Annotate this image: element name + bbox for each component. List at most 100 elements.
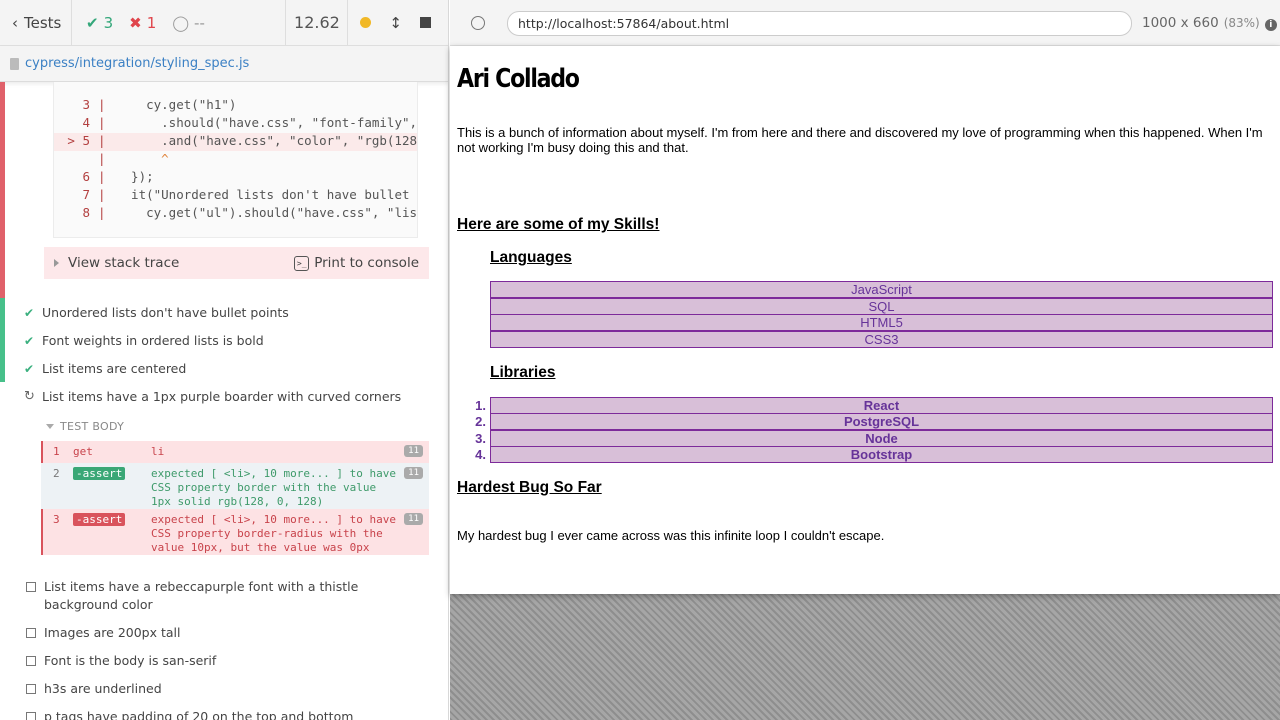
spec-path-link[interactable]: cypress/integration/styling_spec.js xyxy=(25,56,249,71)
stats: ✔ 3 ✖ 1 ◯ -- xyxy=(72,0,285,45)
code-text: }); xyxy=(116,169,154,184)
command-message: li xyxy=(151,445,165,458)
stop-icon[interactable] xyxy=(420,17,431,28)
info-icon: i xyxy=(1264,19,1277,31)
line-number: 7 xyxy=(82,187,90,202)
pending-count: -- xyxy=(194,13,205,32)
print-to-console-button[interactable]: >_ Print to console xyxy=(294,255,419,271)
library-item: React xyxy=(490,397,1273,414)
language-item: JavaScript xyxy=(490,281,1273,298)
checkbox-icon xyxy=(26,712,36,720)
element-count-badge: 11 xyxy=(404,467,423,479)
command-name: -assert xyxy=(73,513,148,526)
gutter: | xyxy=(98,169,106,184)
test-item-passed[interactable]: ✔ Unordered lists don't have bullet poin… xyxy=(24,300,289,326)
command-row[interactable]: 3 -assert expected [ <li>, 10 more... ] … xyxy=(41,509,429,555)
code-line: 7 | it("Unordered lists don't have bullet xyxy=(54,187,410,205)
code-line: 6 | }); xyxy=(54,169,154,187)
checkbox-icon xyxy=(26,582,36,592)
code-text: .should("have.css", "font-family", xyxy=(116,115,418,130)
view-stack-trace-toggle[interactable]: View stack trace xyxy=(68,255,179,271)
gutter: | xyxy=(98,151,106,166)
gutter: | xyxy=(97,133,106,148)
languages-heading: Languages xyxy=(490,249,572,266)
code-line: 8 | cy.get("ul").should("have.css", "lis xyxy=(54,205,417,223)
test-item-pending[interactable]: p tags have padding of 20 on the top and… xyxy=(24,704,353,720)
gutter: | xyxy=(98,97,106,112)
passed-tests-stripe xyxy=(0,298,5,382)
passed-stat: ✔ 3 xyxy=(86,14,113,32)
test-title: List items have a 1px purple boarder wit… xyxy=(42,389,402,404)
selector-playground-icon[interactable] xyxy=(471,16,485,30)
element-count-badge: 11 xyxy=(404,445,423,457)
x-icon: ✖ xyxy=(129,13,142,32)
code-line-highlighted: > 5 | .and("have.css", "color", "rgb(128 xyxy=(54,133,417,151)
failed-count: 1 xyxy=(146,13,157,32)
command-message: expected [ <li>, 10 more... ] to have CS… xyxy=(151,513,397,554)
terminal-icon: >_ xyxy=(294,255,310,271)
viewport-info[interactable]: 1000 x 660 (83%) i xyxy=(1142,15,1277,31)
code-line: 3 | cy.get("h1") xyxy=(54,97,236,115)
app-under-test-panel: http://localhost:57864/about.html 1000 x… xyxy=(450,0,1280,720)
command-number: 3 xyxy=(53,513,60,526)
print-label: Print to console xyxy=(314,255,419,271)
command-number: 1 xyxy=(53,445,60,458)
libraries-heading: Libraries xyxy=(490,364,556,381)
line-number: 6 xyxy=(82,169,90,184)
line-number: 8 xyxy=(82,205,90,220)
tests-button[interactable]: ‹ Tests xyxy=(0,0,72,45)
tests-label: Tests xyxy=(24,13,62,32)
command-row[interactable]: 1 get li 11 xyxy=(41,441,429,463)
code-line: 4 | .should("have.css", "font-family", xyxy=(54,115,417,133)
test-body-header[interactable]: TEST BODY xyxy=(46,420,124,433)
gutter: | xyxy=(98,205,106,220)
command-number: 2 xyxy=(53,467,60,480)
assert-tag: -assert xyxy=(73,513,126,526)
code-text: cy.get("h1") xyxy=(116,97,237,112)
test-item-passed[interactable]: ✔ Font weights in ordered lists is bold xyxy=(24,328,264,354)
line-number xyxy=(54,151,98,169)
test-item-pending[interactable]: Images are 200px tall xyxy=(24,620,181,646)
test-title: Font is the body is san-serif xyxy=(44,653,217,668)
passed-count: 3 xyxy=(103,13,114,32)
auto-scroll-dot-icon[interactable] xyxy=(360,17,372,28)
bug-paragraph: My hardest bug I ever came across was th… xyxy=(457,528,885,543)
command-row[interactable]: 2 -assert expected [ <li>, 10 more... ] … xyxy=(41,463,429,509)
url-bar[interactable]: http://localhost:57864/about.html xyxy=(507,11,1132,36)
test-title: Images are 200px tall xyxy=(44,625,181,640)
command-name: get xyxy=(73,445,93,458)
test-item-running[interactable]: ↻ List items have a 1px purple boarder w… xyxy=(24,384,401,410)
runnables-list: 3 | cy.get("h1") 4 | .should("have.css", "… xyxy=(0,82,448,720)
test-item-pending[interactable]: h3s are underlined xyxy=(24,676,162,702)
code-text: it("Unordered lists don't have bullet xyxy=(116,187,410,202)
aut-header: http://localhost:57864/about.html 1000 x… xyxy=(450,0,1280,46)
duration: 12.62 xyxy=(285,0,349,45)
code-caret: ^ xyxy=(116,151,169,166)
refresh-icon: ↻ xyxy=(24,389,35,404)
stack-trace-bar: View stack trace >_ Print to console xyxy=(44,247,429,279)
checkbox-icon xyxy=(26,684,36,694)
list-number: 1. xyxy=(475,398,486,413)
test-item-pending[interactable]: Font is the body is san-serif xyxy=(24,648,216,674)
spec-path-bar: cypress/integration/styling_spec.js xyxy=(0,46,448,82)
check-icon: ✔ xyxy=(24,362,35,376)
library-item: Bootstrap xyxy=(490,446,1273,463)
line-number: 4 xyxy=(82,115,90,130)
test-title: List items have a rebeccapurple font wit… xyxy=(44,579,359,612)
aut-iframe: Ari Collado This is a bunch of informati… xyxy=(450,46,1280,594)
test-body-label: TEST BODY xyxy=(60,420,125,433)
test-item-pending[interactable]: List items have a rebeccapurple font wit… xyxy=(24,574,424,614)
command-message: expected [ <li>, 10 more... ] to have CS… xyxy=(151,467,397,508)
chevron-left-icon: ‹ xyxy=(12,13,18,32)
scroll-arrows-icon[interactable]: ↕ xyxy=(389,14,402,32)
bug-heading: Hardest Bug So Far xyxy=(457,479,602,496)
assert-tag: -assert xyxy=(73,467,126,480)
code-line: | ^ xyxy=(54,151,169,169)
library-item: Node xyxy=(490,430,1273,447)
list-number: 2. xyxy=(475,414,486,429)
pending-stat: ◯ -- xyxy=(172,14,205,32)
viewport-size: 1000 x 660 xyxy=(1142,15,1219,31)
test-item-passed[interactable]: ✔ List items are centered xyxy=(24,356,186,382)
language-item: HTML5 xyxy=(490,314,1273,331)
failed-stat: ✖ 1 xyxy=(129,14,156,32)
